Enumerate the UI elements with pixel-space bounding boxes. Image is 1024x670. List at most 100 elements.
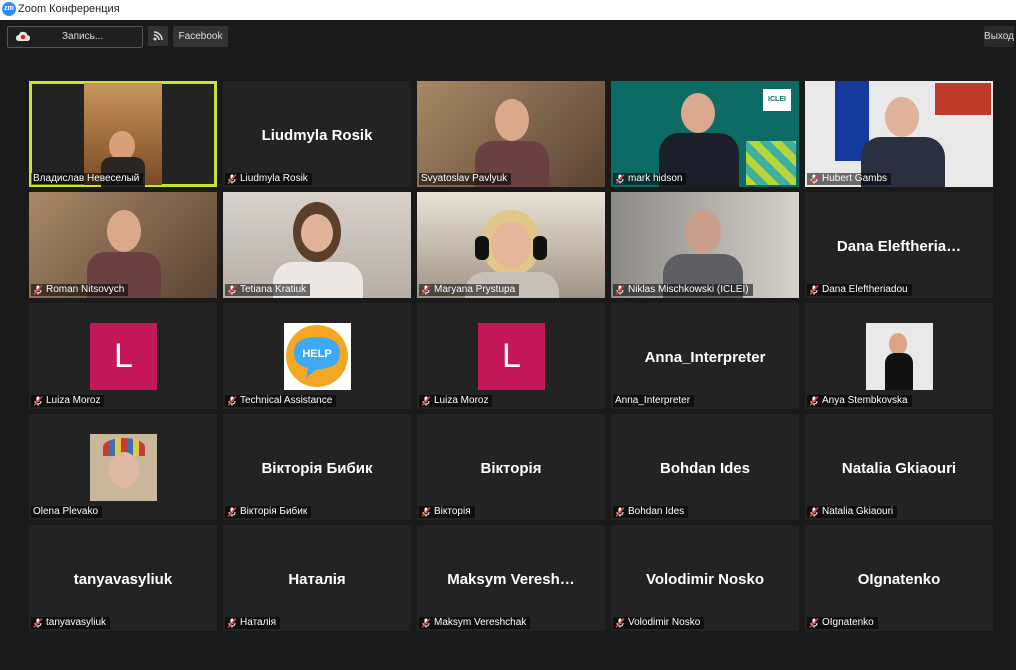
participant-name: Tetiana Kratiuk xyxy=(240,284,307,295)
cloud-record-icon xyxy=(16,31,30,41)
participant-name: Luiza Moroz xyxy=(46,395,101,406)
participant-name-tag: Luiza Moroz xyxy=(31,395,105,407)
participant-name-tag: Dana Eleftheriadou xyxy=(807,284,912,296)
participant-display-name: Volodimir Nosko xyxy=(645,571,765,588)
help-text: HELP xyxy=(302,348,331,360)
participant-name-tag: OIgnatenko xyxy=(807,617,878,629)
participant-name: Anna_Interpreter xyxy=(615,395,691,406)
participant-name: mark hidson xyxy=(628,173,683,184)
participant-tile[interactable]: HELP Technical Assistance xyxy=(223,303,411,409)
participant-name: Вікторія Бибик xyxy=(240,506,308,517)
live-stream-button[interactable] xyxy=(148,26,168,46)
mic-muted-icon xyxy=(615,285,625,295)
mic-muted-icon xyxy=(809,507,819,517)
participant-name: Natalia Gkiaouri xyxy=(822,506,894,517)
participant-tile[interactable]: Вікторія Бибик Вікторія Бибик xyxy=(223,414,411,520)
mic-muted-icon xyxy=(227,285,237,295)
participant-tile[interactable]: ICLEI mark hidson xyxy=(611,81,799,187)
participant-name-tag: Liudmyla Rosik xyxy=(225,173,312,185)
participant-tile[interactable]: tanyavasyliuk tanyavasyliuk xyxy=(29,525,217,631)
participant-name-tag: Вікторія xyxy=(419,506,475,518)
participant-name-tag: Maksym Vereshchak xyxy=(419,617,531,629)
participant-tile[interactable]: OIgnatenko OIgnatenko xyxy=(805,525,993,631)
participant-name: Luiza Moroz xyxy=(434,395,489,406)
participant-tile[interactable]: Roman Nitsovych xyxy=(29,192,217,298)
participant-name: Наталія xyxy=(240,617,277,628)
title-bar: zm Zoom Конференция xyxy=(0,0,1024,20)
participant-tile[interactable]: Svyatoslav Pavlyuk xyxy=(417,81,605,187)
mic-muted-icon xyxy=(227,174,237,184)
participant-name: Technical Assistance xyxy=(240,395,333,406)
participant-tile[interactable]: L Luiza Moroz xyxy=(417,303,605,409)
participant-tile[interactable]: L Luiza Moroz xyxy=(29,303,217,409)
participant-name-tag: Наталія xyxy=(225,617,281,629)
participant-name: Maryana Prystupa xyxy=(434,284,516,295)
participant-name: Maksym Vereshchak xyxy=(434,617,527,628)
mic-muted-icon xyxy=(809,396,819,406)
participant-tile[interactable]: Bohdan Ides Bohdan Ides xyxy=(611,414,799,520)
mic-muted-icon xyxy=(421,396,431,406)
participant-tile[interactable]: Olena Plevako xyxy=(29,414,217,520)
mic-muted-icon xyxy=(33,396,43,406)
participant-name: Volodimir Nosko xyxy=(628,617,701,628)
participant-name: Anya Stembkovska xyxy=(822,395,908,406)
meeting-window: Запись... Facebook Выход Владислав Невес… xyxy=(0,20,1016,670)
mic-muted-icon xyxy=(615,618,625,628)
participant-name: Olena Plevako xyxy=(33,506,99,517)
participant-display-name: Liudmyla Rosik xyxy=(261,127,373,144)
participant-name-tag: Вікторія Бибик xyxy=(225,506,312,518)
participant-name-tag: Volodimir Nosko xyxy=(613,617,705,629)
record-button[interactable]: Запись... xyxy=(7,26,143,48)
participant-tile[interactable]: Maryana Prystupa xyxy=(417,192,605,298)
mic-muted-icon xyxy=(421,285,431,295)
participant-tile[interactable]: Anna_Interpreter Anna_Interpreter xyxy=(611,303,799,409)
participant-tile[interactable]: Tetiana Kratiuk xyxy=(223,192,411,298)
mic-muted-icon xyxy=(809,285,819,295)
avatar: L xyxy=(90,323,157,390)
record-label: Запись... xyxy=(62,31,104,42)
participant-name-tag: Anna_Interpreter xyxy=(613,395,695,407)
participant-tile[interactable]: Maksym Veresh… Maksym Vereshchak xyxy=(417,525,605,631)
participant-name: Hubert Gambs xyxy=(822,173,888,184)
participant-name-tag: Olena Plevako xyxy=(31,506,103,518)
exit-button[interactable]: Выход xyxy=(984,26,1014,47)
participant-tile[interactable]: Вікторія Вікторія xyxy=(417,414,605,520)
mic-muted-icon xyxy=(33,285,43,295)
participant-tile[interactable]: Владислав Невеселый xyxy=(29,81,217,187)
participant-name-tag: Anya Stembkovska xyxy=(807,395,912,407)
participant-display-name: Вікторія xyxy=(480,460,542,477)
participant-tile[interactable]: Hubert Gambs xyxy=(805,81,993,187)
participant-tile[interactable]: Наталія Наталія xyxy=(223,525,411,631)
participant-tile[interactable]: Liudmyla Rosik Liudmyla Rosik xyxy=(223,81,411,187)
mic-muted-icon xyxy=(421,507,431,517)
mic-muted-icon xyxy=(615,507,625,517)
mic-muted-icon xyxy=(809,174,819,184)
participant-tile[interactable]: Anya Stembkovska xyxy=(805,303,993,409)
participant-display-name: Natalia Gkiaouri xyxy=(841,460,957,477)
participant-name: tanyavasyliuk xyxy=(46,617,107,628)
participant-name-tag: Bohdan Ides xyxy=(613,506,689,518)
participant-name: Владислав Невеселый xyxy=(33,173,140,184)
participant-name: Вікторія xyxy=(434,506,471,517)
participant-display-name: Maksym Veresh… xyxy=(447,571,575,588)
help-avatar: HELP xyxy=(284,323,351,390)
mic-muted-icon xyxy=(615,174,625,184)
participant-name: Svyatoslav Pavlyuk xyxy=(421,173,508,184)
participant-tile[interactable]: Dana Eleftheria… Dana Eleftheriadou xyxy=(805,192,993,298)
participant-display-name: Наталія xyxy=(288,571,346,588)
participant-name-tag: Hubert Gambs xyxy=(807,173,892,185)
participant-name-tag: Niklas Mischkowski (ICLEI) xyxy=(613,284,753,296)
participant-tile[interactable]: Niklas Mischkowski (ICLEI) xyxy=(611,192,799,298)
participant-name-tag: Technical Assistance xyxy=(225,395,337,407)
participant-tile[interactable]: Natalia Gkiaouri Natalia Gkiaouri xyxy=(805,414,993,520)
participant-name-tag: Luiza Moroz xyxy=(419,395,493,407)
participant-name-tag: tanyavasyliuk xyxy=(31,617,111,629)
avatar: L xyxy=(478,323,545,390)
participant-name-tag: Natalia Gkiaouri xyxy=(807,506,898,518)
participant-display-name: Dana Eleftheria… xyxy=(836,238,962,255)
participant-tile[interactable]: Volodimir Nosko Volodimir Nosko xyxy=(611,525,799,631)
participant-name: Dana Eleftheriadou xyxy=(822,284,908,295)
facebook-button[interactable]: Facebook xyxy=(173,26,228,47)
participant-name-tag: Maryana Prystupa xyxy=(419,284,520,296)
participant-name-tag: mark hidson xyxy=(613,173,687,185)
